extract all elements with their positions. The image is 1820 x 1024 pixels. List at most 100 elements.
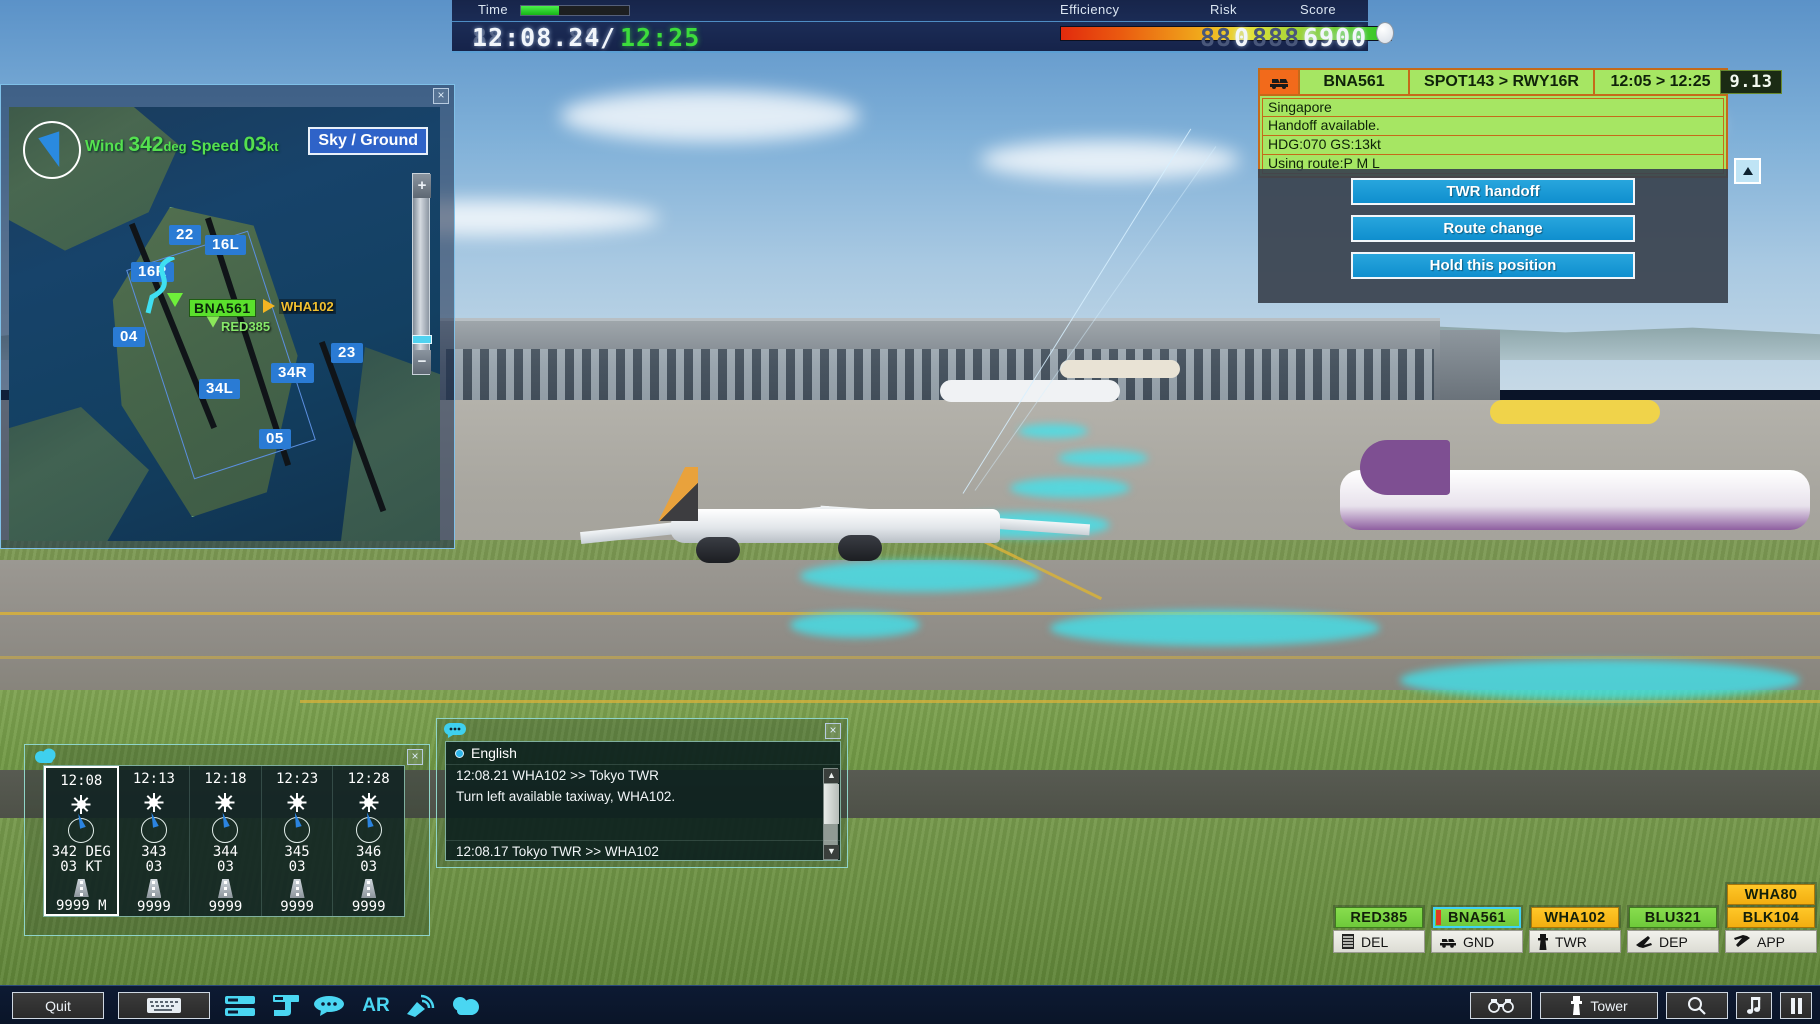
clearance-icon (1341, 934, 1355, 949)
music-icon[interactable] (1736, 992, 1772, 1019)
flight-strip-blu321[interactable]: BLU321 (1629, 907, 1717, 928)
sun-icon (287, 793, 307, 812)
runway-label[interactable]: 16L (205, 235, 247, 255)
weather-forecast-panel[interactable]: × 12:08 342 DEG 03 KT 9999 M 12:13 343 03 9999 1… (24, 744, 430, 936)
runway-label[interactable]: 04 (113, 327, 145, 347)
wind-direction-value: 346 (356, 844, 382, 860)
aircraft-marker-red385[interactable] (206, 316, 220, 328)
visibility-runway-icon (289, 879, 305, 898)
runway-layout-icon[interactable] (268, 994, 302, 1018)
airport-map-panel[interactable]: × Wind 342deg Speed 03kt Sky / Ground 22… (0, 84, 455, 549)
runway-label[interactable]: 23 (331, 343, 363, 363)
runway-label[interactable]: 22 (169, 225, 201, 245)
runway-label[interactable]: 34R (271, 363, 315, 383)
quit-button[interactable]: Quit (12, 992, 104, 1019)
camera-view-button[interactable]: Tower (1540, 992, 1658, 1019)
weather-column[interactable]: 12:18 344 03 9999 (190, 766, 262, 916)
cloud (560, 90, 860, 142)
sky-ground-toggle-button[interactable]: Sky / Ground (308, 127, 428, 155)
cloud (980, 140, 1240, 180)
time-label: Time (478, 2, 509, 17)
sun-icon (359, 793, 379, 812)
close-icon[interactable]: × (433, 88, 449, 104)
flight-strip-red385[interactable]: RED385 (1335, 907, 1423, 928)
wind-compass-icon (68, 812, 95, 843)
aircraft-header: BNA561 SPOT143 > RWY16R 12:05 > 12:25 (1258, 68, 1728, 96)
close-icon[interactable]: × (825, 723, 841, 739)
weather-grid: 12:08 342 DEG 03 KT 9999 M 12:13 343 03 9999 12:… (43, 765, 405, 917)
wind-direction-value: 345 (284, 844, 310, 860)
risk-label: Risk (1210, 2, 1237, 17)
weather-column[interactable]: 12:08 342 DEG 03 KT 9999 M (44, 766, 119, 916)
parked-aircraft[interactable] (1060, 360, 1180, 378)
controller-tab-app[interactable]: APP (1725, 930, 1817, 953)
language-indicator[interactable]: English (446, 742, 840, 764)
selected-aircraft-3d[interactable] (580, 465, 1091, 585)
wind-compass-icon (140, 811, 167, 843)
weather-column[interactable]: 12:13 343 03 9999 (119, 766, 191, 916)
chat-icon (443, 722, 467, 738)
parked-aircraft[interactable] (1490, 400, 1660, 424)
flight-strip-blk104[interactable]: BLK104 (1727, 907, 1815, 928)
visibility-runway-icon (217, 879, 233, 898)
chat-scrollbar[interactable]: ▲ ▼ (823, 768, 839, 860)
aircraft-marker-wha102[interactable] (263, 299, 275, 313)
radio-communications-panel[interactable]: × English 12:08.21 WHA102 >> Tokyo TWR Tu… (436, 718, 848, 868)
aircraft-info-panel[interactable]: BNA561 SPOT143 > RWY16R 12:05 > 12:25 9.… (1258, 68, 1786, 303)
flight-strips-icon[interactable] (224, 994, 258, 1018)
map-zoom-slider[interactable]: + − (412, 173, 432, 375)
strip-holder: RED385 (1333, 905, 1425, 928)
binoculars-icon[interactable] (1470, 992, 1532, 1019)
wind-direction: 342 (128, 133, 164, 156)
runway-label[interactable]: 34L (199, 379, 241, 399)
strip-holder: WHA80 BLK104 (1725, 882, 1817, 928)
zoom-slider-handle[interactable] (412, 335, 432, 344)
close-icon[interactable]: × (407, 749, 423, 765)
clock-target: 12:25 (620, 23, 701, 52)
command-button-twr-handoff[interactable]: TWR handoff (1351, 178, 1635, 205)
wind-direction-value: 342 DEG (51, 843, 111, 860)
chat-log[interactable]: English 12:08.21 WHA102 >> Tokyo TWR Turn… (445, 741, 841, 861)
controller-tab-gnd[interactable]: GND (1431, 930, 1523, 953)
sun-icon (215, 793, 235, 812)
scroll-up-icon[interactable]: ▲ (824, 769, 839, 783)
weather-column[interactable]: 12:28 346 03 9999 (333, 766, 404, 916)
visibility-runway-icon (361, 879, 377, 898)
zoom-in-button[interactable]: + (413, 174, 431, 198)
zoom-out-button[interactable]: − (413, 350, 431, 374)
scroll-up-button[interactable] (1734, 158, 1761, 184)
controller-tab-twr[interactable]: TWR (1529, 930, 1621, 953)
map-label-red385[interactable]: RED385 (221, 319, 270, 334)
weather-column[interactable]: 12:23 345 03 9999 (262, 766, 334, 916)
chat-message: 12:08.21 WHA102 >> Tokyo TWR Turn left av… (446, 764, 840, 810)
search-icon[interactable] (1666, 992, 1728, 1019)
map-view[interactable]: Wind 342deg Speed 03kt Sky / Ground 22 16… (9, 107, 440, 541)
risk-placeholder: 88 (1200, 23, 1233, 52)
controller-tab-dep[interactable]: DEP (1627, 930, 1719, 953)
flight-strip-bna561[interactable]: BNA561 (1433, 907, 1521, 928)
command-button-hold-this-position[interactable]: Hold this position (1351, 252, 1635, 279)
chat-message-body: Turn left available taxiway, WHA102. (456, 789, 676, 804)
scrollbar-thumb[interactable] (824, 784, 839, 824)
runway-label[interactable]: 05 (259, 429, 291, 449)
command-button-route-change[interactable]: Route change (1351, 215, 1635, 242)
chat-icon[interactable] (312, 994, 346, 1018)
departure-icon (1635, 934, 1653, 949)
wind-speed-value: 03 KT (60, 858, 103, 875)
flight-strip-wha102[interactable]: WHA102 (1531, 907, 1619, 928)
weather-icon[interactable] (448, 994, 484, 1018)
map-label-wha102[interactable]: WHA102 (279, 299, 336, 314)
ar-mode-button[interactable]: AR (356, 994, 396, 1018)
wind-direction-unit: deg (163, 139, 187, 154)
radar-icon[interactable] (404, 994, 440, 1018)
pause-icon[interactable] (1780, 992, 1812, 1019)
wind-direction-value: 344 (212, 844, 239, 860)
clock-current: 12:08.24 (472, 23, 601, 52)
aircraft-detail-row: Handoff available. (1262, 117, 1724, 136)
flight-strip-wha80[interactable]: WHA80 (1727, 884, 1815, 905)
scroll-down-icon[interactable]: ▼ (824, 845, 839, 859)
speed-label: Speed (191, 138, 240, 155)
strip-column-del: RED385 DEL (1330, 905, 1428, 953)
keyboard-icon[interactable] (118, 992, 210, 1019)
controller-tab-del[interactable]: DEL (1333, 930, 1425, 953)
